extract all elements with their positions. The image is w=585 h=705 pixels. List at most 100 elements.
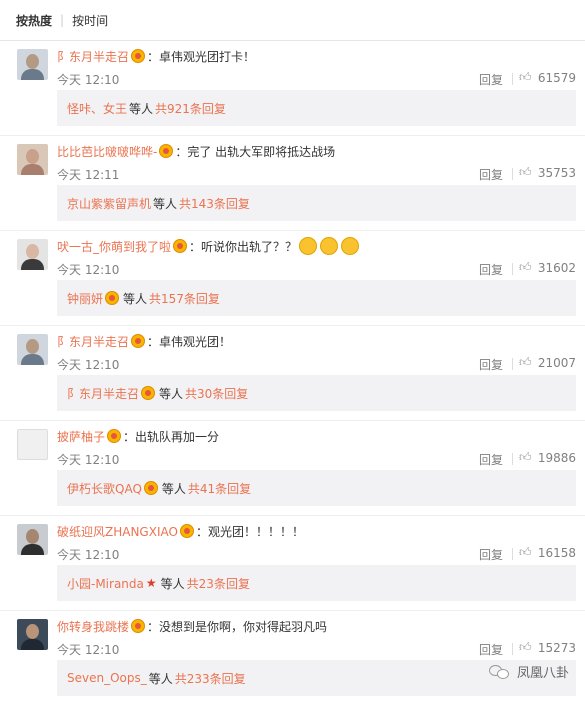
comment-time: 今天 12:10 <box>57 358 120 372</box>
comment-time: 今天 12:10 <box>57 73 120 87</box>
sub-reply-total[interactable]: 共30条回复 <box>185 385 248 402</box>
vip-badge-icon <box>131 334 146 348</box>
like-count[interactable]: 35753 <box>532 166 576 180</box>
comment-item: 你转身我跳楼 ： 没想到是你啊，你对得起羽凡吗 今天 12:10 回复 👍︎ 1… <box>0 611 585 705</box>
sub-replies-box[interactable]: 钟丽妍 等人 共157条回复 <box>57 280 576 316</box>
comment-item: 披萨柚子 ： 出轨队再加一分 今天 12:10 回复 👍︎ 19886 伊朽长歌… <box>0 421 585 516</box>
thumbs-up-icon[interactable]: 👍︎ <box>519 546 532 559</box>
vip-badge-icon <box>107 429 122 443</box>
comment-line: 你转身我跳楼 ： 没想到是你啊，你对得起羽凡吗 <box>57 618 328 635</box>
reply-button[interactable]: 回复 <box>479 166 503 183</box>
comment-line: 破纸迎风ZHANGXIAO ： 观光团！！！！！ <box>57 523 304 540</box>
vip-badge-icon <box>159 144 174 158</box>
thumbs-up-icon[interactable]: 👍︎ <box>519 71 532 84</box>
sub-reply-total[interactable]: 共157条回复 <box>149 290 220 307</box>
reply-button[interactable]: 回复 <box>479 641 503 658</box>
sub-replies-box[interactable]: 小园-Miranda ★ 等人 共23条回复 <box>57 565 576 601</box>
sub-reply-names[interactable]: 京山紫紫留声机 <box>67 195 151 212</box>
comment-text: 没想到是你啊，你对得起羽凡吗 <box>159 619 328 634</box>
divider <box>512 643 513 655</box>
comment-username[interactable]: 吠一古_你萌到我了啦 <box>57 238 171 255</box>
reply-button[interactable]: 回复 <box>479 451 503 468</box>
comment-text: 出轨队再加一分 <box>135 429 220 444</box>
sub-replies-box[interactable]: 怪咔、女王 等人 共921条回复 <box>57 90 576 126</box>
sort-bar: 按热度 | 按时间 <box>0 0 585 41</box>
tab-by-time[interactable]: 按时间 <box>72 12 108 29</box>
sub-reply-total[interactable]: 共233条回复 <box>175 670 246 687</box>
emoji-group <box>299 237 362 255</box>
sub-reply-names[interactable]: 阝东月半走召 <box>67 385 139 402</box>
like-count[interactable]: 16158 <box>532 546 576 560</box>
sub-reply-total[interactable]: 共23条回复 <box>187 575 250 592</box>
comment-line: 吠一古_你萌到我了啦 ： 听说你出轨了？？ <box>57 235 362 257</box>
avatar[interactable] <box>17 334 48 365</box>
comment-username[interactable]: 披萨柚子 <box>57 428 105 445</box>
avatar[interactable] <box>17 619 48 650</box>
avatar[interactable] <box>17 144 48 175</box>
reply-button[interactable]: 回复 <box>479 356 503 373</box>
sub-reply-etc: 等人 <box>153 196 178 211</box>
comment-text: 听说你出轨了？？ <box>201 239 298 254</box>
avatar[interactable] <box>17 49 48 80</box>
comment-list: 阝东月半走召 ： 卓伟观光团打卡！ 今天 12:10 回复 👍︎ 61579 怪… <box>0 41 585 705</box>
comment-line: 披萨柚子 ： 出轨队再加一分 <box>57 428 220 445</box>
divider <box>512 73 513 85</box>
sub-reply-total[interactable]: 共143条回复 <box>179 195 250 212</box>
avatar[interactable] <box>17 239 48 270</box>
like-count[interactable]: 61579 <box>532 71 576 85</box>
watermark-text: 凤凰八卦 <box>516 666 569 681</box>
star-icon: ★ <box>145 576 157 590</box>
avatar[interactable] <box>17 524 48 555</box>
like-count[interactable]: 31602 <box>532 261 576 275</box>
sub-reply-etc: 等人 <box>148 671 173 686</box>
reply-button[interactable]: 回复 <box>479 261 503 278</box>
vip-badge-icon <box>173 239 188 253</box>
vip-badge-icon <box>179 524 194 538</box>
comment-username[interactable]: 你转身我跳楼 <box>57 618 129 635</box>
thumbs-up-icon[interactable]: 👍︎ <box>519 356 532 369</box>
comment-item: 吠一古_你萌到我了啦 ： 听说你出轨了？？ 今天 12:10 回复 👍︎ 316… <box>0 231 585 326</box>
sub-reply-names[interactable]: 伊朽长歌QAQ <box>67 480 142 497</box>
sub-reply-total[interactable]: 共41条回复 <box>188 480 251 497</box>
comment-item: 阝东月半走召 ： 卓伟观光团打卡！ 今天 12:10 回复 👍︎ 61579 怪… <box>0 41 585 136</box>
sub-reply-names[interactable]: Seven_Oops_ <box>67 671 147 685</box>
comment-time: 今天 12:10 <box>57 548 120 562</box>
comment-time: 今天 12:10 <box>57 643 120 657</box>
comment-username[interactable]: 阝东月半走召 <box>57 48 129 65</box>
thumbs-up-icon[interactable]: 👍︎ <box>519 451 532 464</box>
comment-line: 阝东月半走召 ： 卓伟观光团打卡！ <box>57 48 256 65</box>
comment-line: 比比芭比啵啵哗哗- ： 完了 出轨大军即将抵达战场 <box>57 143 336 160</box>
divider <box>512 548 513 560</box>
reply-button[interactable]: 回复 <box>479 71 503 88</box>
like-count[interactable]: 19886 <box>532 451 576 465</box>
divider <box>512 168 513 180</box>
thumbs-up-icon[interactable]: 👍︎ <box>519 166 532 179</box>
sub-reply-names[interactable]: 小园-Miranda <box>67 575 144 592</box>
sub-reply-etc: 等人 <box>161 481 186 496</box>
avatar[interactable] <box>17 429 48 460</box>
like-count[interactable]: 15273 <box>532 641 576 655</box>
sub-reply-total[interactable]: 共921条回复 <box>155 100 226 117</box>
reply-button[interactable]: 回复 <box>479 546 503 563</box>
thumbs-up-icon[interactable]: 👍︎ <box>519 261 532 274</box>
vip-badge-icon <box>141 386 156 400</box>
comment-item: 比比芭比啵啵哗哗- ： 完了 出轨大军即将抵达战场 今天 12:11 回复 👍︎… <box>0 136 585 231</box>
sub-replies-box[interactable]: 伊朽长歌QAQ 等人 共41条回复 <box>57 470 576 506</box>
like-count[interactable]: 21007 <box>532 356 576 370</box>
comment-username[interactable]: 比比芭比啵啵哗哗- <box>57 143 157 160</box>
sub-replies-box[interactable]: 京山紫紫留声机 等人 共143条回复 <box>57 185 576 221</box>
vip-badge-icon <box>131 619 146 633</box>
comment-username[interactable]: 阝东月半走召 <box>57 333 129 350</box>
sub-reply-names[interactable]: 钟丽妍 <box>67 290 103 307</box>
divider <box>512 358 513 370</box>
sub-reply-names[interactable]: 怪咔、女王 <box>67 100 127 117</box>
comment-time: 今天 12:10 <box>57 453 120 467</box>
comment-line: 阝东月半走召 ： 卓伟观光团！ <box>57 333 232 350</box>
thumbs-up-icon[interactable]: 👍︎ <box>519 641 532 654</box>
comment-item: 破纸迎风ZHANGXIAO ： 观光团！！！！！ 今天 12:10 回复 👍︎ … <box>0 516 585 611</box>
tab-by-popularity[interactable]: 按热度 <box>16 12 52 29</box>
comment-username[interactable]: 破纸迎风ZHANGXIAO <box>57 523 178 540</box>
comment-time: 今天 12:10 <box>57 263 120 277</box>
sub-replies-box[interactable]: 阝东月半走召 等人 共30条回复 <box>57 375 576 411</box>
vip-badge-icon <box>143 481 158 495</box>
